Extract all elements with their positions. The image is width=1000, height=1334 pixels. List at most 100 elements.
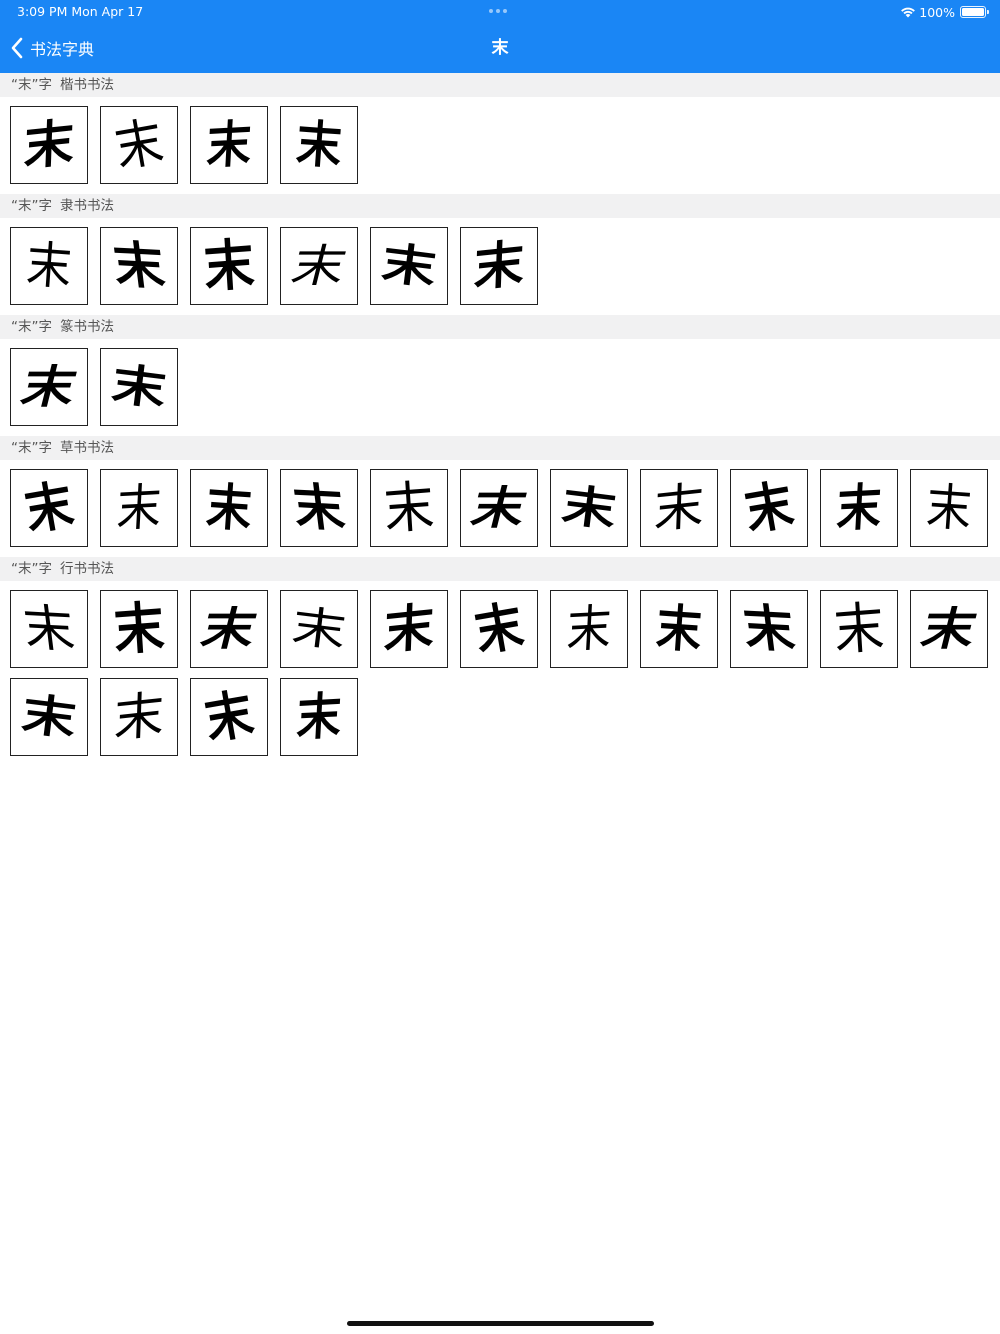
calligraphy-glyph: 末	[205, 113, 253, 176]
calligraphy-glyph: 末	[466, 481, 532, 535]
calligraphy-sample[interactable]: 末	[910, 469, 988, 547]
calligraphy-glyph: 末	[113, 685, 165, 749]
calligraphy-sample[interactable]: 末	[190, 590, 268, 668]
calligraphy-glyph: 末	[559, 478, 620, 537]
calligraphy-glyph: 末	[294, 113, 344, 176]
top-bar: 3:09 PM Mon Apr 17 100% 书法字典 末	[0, 0, 1000, 73]
glyph-grid: 末末末末末末末末末末末末末末末	[0, 581, 1000, 766]
calligraphy-glyph: 末	[835, 476, 883, 539]
calligraphy-glyph: 末	[204, 476, 254, 539]
calligraphy-glyph: 末	[383, 596, 435, 661]
calligraphy-glyph: 末	[286, 239, 352, 293]
calligraphy-glyph: 末	[20, 472, 78, 543]
calligraphy-glyph: 末	[470, 593, 528, 664]
calligraphy-glyph: 末	[379, 236, 440, 295]
calligraphy-sample[interactable]: 末	[460, 590, 538, 668]
calligraphy-glyph: 末	[473, 233, 525, 298]
calligraphy-sample[interactable]: 末	[730, 590, 808, 668]
calligraphy-sample[interactable]: 末	[190, 678, 268, 756]
calligraphy-glyph: 末	[832, 595, 886, 663]
calligraphy-glyph: 末	[289, 600, 349, 658]
calligraphy-glyph: 末	[115, 477, 163, 539]
calligraphy-sample[interactable]: 末	[820, 469, 898, 547]
calligraphy-sample[interactable]: 末	[100, 678, 178, 756]
calligraphy-sample[interactable]: 末	[370, 590, 448, 668]
calligraphy-sample[interactable]: 末	[100, 106, 178, 184]
calligraphy-sample[interactable]: 末	[460, 227, 538, 305]
calligraphy-sample[interactable]: 末	[190, 469, 268, 547]
calligraphy-list[interactable]: “末”字 楷书书法末末末末 “末”字 隶书书法末末末末末末 “末”字 篆书书法末末 “末”字…	[0, 73, 1000, 766]
calligraphy-glyph: 末	[382, 474, 436, 542]
section-header: “末”字 草书书法	[0, 436, 1000, 460]
section-label: “末”字	[11, 198, 52, 214]
section-label: “末”字	[11, 561, 52, 577]
section-header: “末”字 篆书书法	[0, 315, 1000, 339]
calligraphy-sample[interactable]: 末	[280, 678, 358, 756]
calligraphy-sample[interactable]: 末	[730, 469, 808, 547]
section-header: “末”字 行书书法	[0, 557, 1000, 581]
calligraphy-glyph: 末	[111, 594, 166, 663]
calligraphy-sample[interactable]: 末	[10, 678, 88, 756]
calligraphy-sample[interactable]: 末	[280, 227, 358, 305]
calligraphy-sample[interactable]: 末	[460, 469, 538, 547]
calligraphy-sample[interactable]: 末	[550, 590, 628, 668]
calligraphy-glyph: 末	[20, 598, 78, 660]
battery-icon	[960, 6, 989, 18]
section-label: “末”字	[11, 77, 52, 93]
section-label: “末”字	[11, 319, 52, 335]
calligraphy-sample[interactable]: 末	[370, 227, 448, 305]
home-indicator[interactable]	[347, 1321, 654, 1326]
status-time: 3:09 PM Mon Apr 17	[17, 4, 144, 19]
status-right: 100%	[900, 3, 989, 21]
calligraphy-sample[interactable]: 末	[10, 590, 88, 668]
calligraphy-sample[interactable]: 末	[10, 106, 88, 184]
calligraphy-glyph: 末	[740, 472, 798, 543]
navigation-bar: 书法字典 末	[0, 28, 1000, 68]
calligraphy-sample[interactable]: 末	[100, 469, 178, 547]
calligraphy-glyph: 末	[200, 681, 258, 752]
calligraphy-sample[interactable]: 末	[280, 469, 358, 547]
calligraphy-glyph: 末	[24, 235, 74, 297]
glyph-grid: 末末末末末末末末末末末	[0, 460, 1000, 557]
calligraphy-sample[interactable]: 末	[10, 227, 88, 305]
glyph-grid: 末末末末	[0, 97, 1000, 194]
glyph-grid: 末末	[0, 339, 1000, 436]
calligraphy-sample[interactable]: 末	[910, 590, 988, 668]
calligraphy-sample[interactable]: 末	[100, 227, 178, 305]
calligraphy-glyph: 末	[196, 602, 262, 656]
calligraphy-sample[interactable]: 末	[280, 106, 358, 184]
calligraphy-glyph: 末	[19, 687, 80, 746]
calligraphy-sample[interactable]: 末	[100, 348, 178, 426]
calligraphy-glyph: 末	[110, 234, 168, 297]
multitask-dots-icon[interactable]	[489, 9, 511, 13]
calligraphy-sample[interactable]: 末	[370, 469, 448, 547]
section-label: “末”字	[11, 440, 52, 456]
section-style: 草书书法	[60, 440, 114, 456]
calligraphy-sample[interactable]: 末	[190, 227, 268, 305]
wifi-icon	[901, 7, 916, 18]
calligraphy-sample[interactable]: 末	[280, 590, 358, 668]
section-style: 行书书法	[60, 561, 114, 577]
calligraphy-sample[interactable]: 末	[10, 348, 88, 426]
calligraphy-glyph: 末	[916, 602, 982, 656]
calligraphy-sample[interactable]: 末	[640, 590, 718, 668]
calligraphy-glyph: 末	[110, 110, 168, 180]
calligraphy-sample[interactable]: 末	[100, 590, 178, 668]
glyph-grid: 末末末末末末	[0, 218, 1000, 315]
page-title: 末	[491, 38, 509, 58]
battery-percent: 100%	[919, 4, 955, 20]
section-header: “末”字 楷书书法	[0, 73, 1000, 97]
calligraphy-glyph: 末	[295, 685, 343, 748]
calligraphy-glyph: 末	[924, 477, 974, 539]
calligraphy-glyph: 末	[565, 598, 613, 660]
calligraphy-sample[interactable]: 末	[10, 469, 88, 547]
calligraphy-sample[interactable]: 末	[190, 106, 268, 184]
calligraphy-glyph: 末	[654, 597, 704, 660]
section-header: “末”字 隶书书法	[0, 194, 1000, 218]
calligraphy-sample[interactable]: 末	[640, 469, 718, 547]
calligraphy-glyph: 末	[201, 231, 256, 300]
calligraphy-glyph: 末	[23, 112, 75, 177]
calligraphy-glyph: 末	[109, 357, 170, 416]
calligraphy-sample[interactable]: 末	[550, 469, 628, 547]
calligraphy-sample[interactable]: 末	[820, 590, 898, 668]
